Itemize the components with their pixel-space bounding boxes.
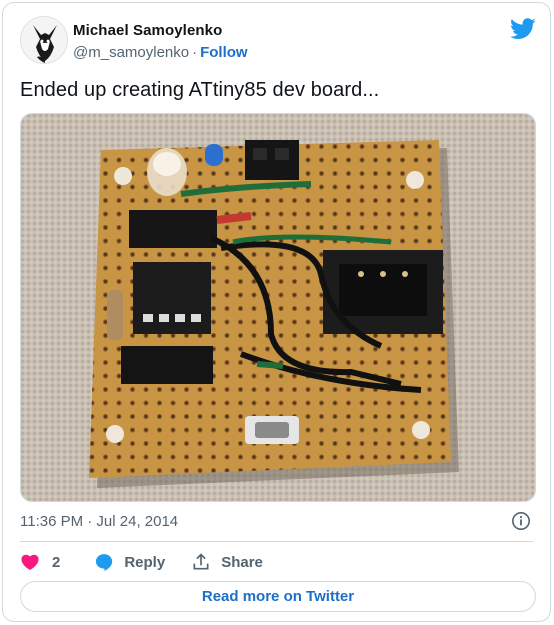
perfboard-photo-image [21, 114, 535, 501]
tweet-timestamp[interactable]: 11:36 PM · Jul 24, 2014 [20, 513, 178, 530]
reply-button[interactable]: Reply [94, 552, 165, 572]
divider [20, 541, 533, 542]
fox-avatar-icon [21, 17, 67, 63]
share-button[interactable]: Share [191, 552, 263, 572]
author-handle-row: @m_samoylenko · Follow [73, 44, 248, 61]
like-count: 2 [52, 553, 61, 571]
author-handle[interactable]: @m_samoylenko [73, 44, 189, 61]
tweet-photo[interactable] [20, 113, 536, 502]
author-name[interactable]: Michael Samoylenko [73, 22, 222, 39]
like-button[interactable]: 2 [20, 552, 60, 572]
share-upload-icon [193, 553, 209, 570]
reply-label: Reply [124, 553, 166, 571]
info-icon[interactable] [511, 511, 531, 531]
share-label: Share [221, 553, 263, 571]
heart-icon [21, 554, 39, 570]
speech-bubble-icon [96, 554, 113, 572]
avatar[interactable] [20, 16, 68, 64]
action-bar: 2 Reply Share [20, 550, 263, 574]
read-more-button[interactable]: Read more on Twitter [20, 581, 536, 612]
follow-link[interactable]: Follow [200, 44, 248, 61]
tweet-text: Ended up creating ATtiny85 dev board... [20, 79, 380, 101]
separator-dot: · [192, 44, 198, 61]
twitter-bird-icon[interactable] [510, 18, 536, 40]
tweet-card: Michael Samoylenko @m_samoylenko · Follow … [2, 2, 551, 622]
